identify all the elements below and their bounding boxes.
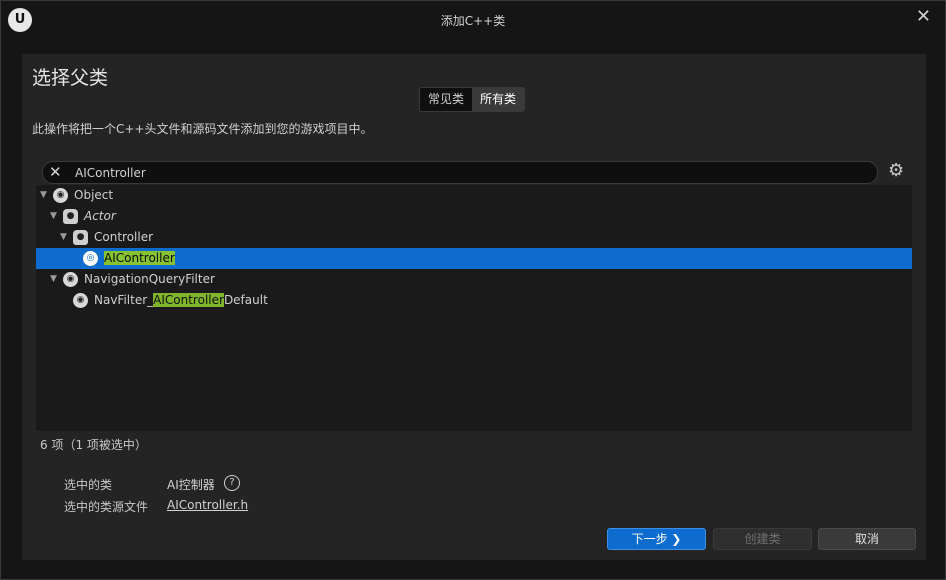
expand-caret-icon[interactable]: ▼ [50,269,57,290]
tree-row[interactable]: ◉ NavFilter_AIControllerDefault [36,290,912,311]
tree-row-label: NavigationQueryFilter [84,272,215,286]
dialog-window: U 添加C++类 ✕ 选择父类 常见类 所有类 此操作将把一个C++头文件和源码… [0,0,946,580]
tree-row-label: Object [74,188,114,202]
next-button[interactable]: 下一步 ❯ [607,528,706,550]
tree-row-selected[interactable]: ◎ AIController [36,248,912,269]
selected-class-value: AI控制器 [167,478,215,492]
selected-class-label: 选中的类 [64,478,113,492]
expand-caret-icon[interactable]: ▼ [40,185,47,206]
tree-row[interactable]: ▼ ◉ NavigationQueryFilter [36,269,912,290]
class-tree[interactable]: ▼ ◉ Object ▼ ● Actor ▼ ● Controller ◎ AI… [36,185,912,431]
tree-row-label: NavFilter_AIControllerDefault [94,293,268,307]
actor-icon: ● [63,209,78,224]
expand-caret-icon[interactable]: ▼ [60,227,67,248]
ai-controller-icon: ◎ [83,251,98,266]
selected-source-label: 选中的类源文件 [64,500,149,514]
tree-row[interactable]: ▼ ● Controller [36,227,912,248]
object-icon: ◉ [63,272,78,287]
title-bar: U 添加C++类 ✕ [1,1,945,39]
tree-row-label: Controller [94,230,154,244]
item-count: 6 项（1 项被选中） [40,438,147,452]
description-text: 此操作将把一个C++头文件和源码文件添加到您的游戏项目中。 [32,122,373,136]
help-icon[interactable]: ? [224,475,240,491]
actor-icon: ● [73,230,88,245]
cancel-button[interactable]: 取消 [818,528,916,550]
search-match-highlight: AIController [153,293,224,307]
object-icon: ◉ [53,188,68,203]
expand-caret-icon[interactable]: ▼ [50,206,57,227]
selected-source-link[interactable]: AIController.h [167,498,248,512]
tab-all-classes[interactable]: 所有类 [472,88,525,111]
tab-common-classes[interactable]: 常见类 [420,88,472,111]
create-class-button[interactable]: 创建类 [713,528,812,550]
tree-row[interactable]: ▼ ● Actor [36,206,912,227]
search-box: ✕ [42,161,878,184]
content-panel: 选择父类 常见类 所有类 此操作将把一个C++头文件和源码文件添加到您的游戏项目… [22,54,926,560]
window-title: 添加C++类 [440,14,506,28]
tree-row-label: Actor [84,209,116,223]
object-icon: ◉ [73,293,88,308]
tree-row-label: AIController [104,248,175,269]
page-title: 选择父类 [32,67,109,89]
tree-row[interactable]: ▼ ◉ Object [36,185,912,206]
search-match-highlight: AIController [104,251,175,265]
close-icon[interactable]: ✕ [916,6,931,27]
class-filter-tabs: 常见类 所有类 [419,87,526,112]
search-input[interactable] [75,163,865,182]
clear-search-icon[interactable]: ✕ [49,162,62,183]
gear-icon[interactable]: ⚙ [888,160,904,181]
